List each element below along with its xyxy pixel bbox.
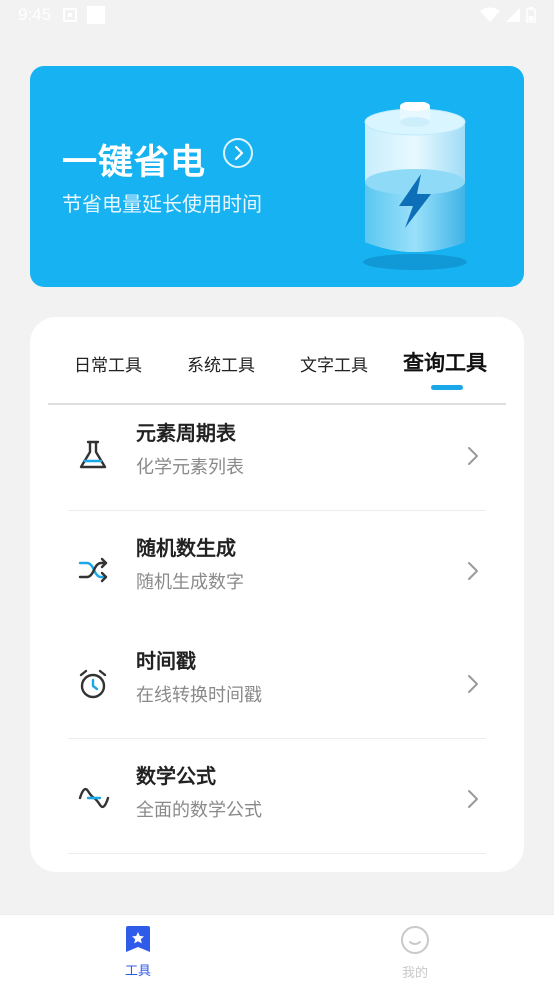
tool-item-math-formula[interactable]: 数学公式 全面的数学公式	[68, 740, 488, 854]
notification-square-icon	[87, 6, 106, 24]
chevron-right-icon	[468, 562, 478, 580]
tool-item-periodic-table[interactable]: 元素周期表 化学元素列表	[68, 397, 488, 511]
tab-query-tools[interactable]: 查询工具	[403, 347, 487, 377]
battery-illustration-icon	[363, 102, 467, 270]
divider	[68, 510, 486, 511]
star-bookmark-icon	[126, 926, 150, 952]
tool-title: 随机数生成	[136, 536, 236, 560]
banner-subtitle: 节省电量延长使用时间	[62, 192, 262, 216]
nav-label: 工具	[124, 964, 151, 979]
sine-wave-icon	[78, 787, 110, 809]
tool-title: 时间戳	[136, 649, 196, 673]
nav-mine[interactable]: 我的	[375, 925, 455, 981]
notification-a-icon	[63, 8, 78, 22]
shuffle-icon	[78, 557, 108, 583]
status-time: 9:45	[18, 5, 52, 24]
chevron-right-icon	[468, 447, 478, 465]
tool-item-timestamp[interactable]: 时间戳 在线转换时间戳	[68, 625, 488, 739]
chevron-right-icon	[468, 790, 478, 808]
chevron-right-circle-icon	[223, 138, 253, 168]
divider	[68, 738, 486, 739]
smiley-icon	[401, 926, 429, 954]
tool-title: 元素周期表	[136, 421, 236, 445]
nav-label: 我的	[401, 966, 428, 981]
power-save-banner[interactable]: 一键省电 节省电量延长使用时间	[30, 66, 524, 287]
tab-system-tools[interactable]: 系统工具	[187, 351, 255, 376]
flask-icon	[79, 440, 107, 469]
tool-desc: 化学元素列表	[136, 457, 244, 478]
battery-status-icon	[526, 7, 536, 23]
status-bar: 9:45	[0, 0, 554, 30]
divider	[68, 853, 486, 854]
active-tab-indicator	[431, 385, 463, 390]
notification-icons	[63, 6, 106, 24]
chevron-right-icon	[468, 675, 478, 693]
banner-title: 一键省电	[62, 143, 207, 183]
tool-title: 数学公式	[136, 764, 216, 788]
tool-desc: 随机生成数字	[136, 572, 244, 593]
tool-item-random-number[interactable]: 随机数生成 随机生成数字	[68, 512, 488, 626]
status-right-icons	[480, 7, 536, 23]
alarm-clock-icon	[79, 669, 107, 699]
signal-icon	[506, 8, 520, 22]
tools-card: 日常工具 系统工具 文字工具 查询工具 元素周期表 化学元素列表 随机数生成 随…	[30, 317, 524, 872]
bottom-nav: 工具 我的	[0, 914, 554, 984]
tool-desc: 全面的数学公式	[136, 800, 262, 821]
tab-text-tools[interactable]: 文字工具	[300, 351, 368, 376]
nav-tools[interactable]: 工具	[98, 925, 178, 979]
tool-desc: 在线转换时间戳	[136, 685, 262, 706]
wifi-icon	[480, 7, 500, 22]
tab-daily-tools[interactable]: 日常工具	[74, 351, 142, 376]
